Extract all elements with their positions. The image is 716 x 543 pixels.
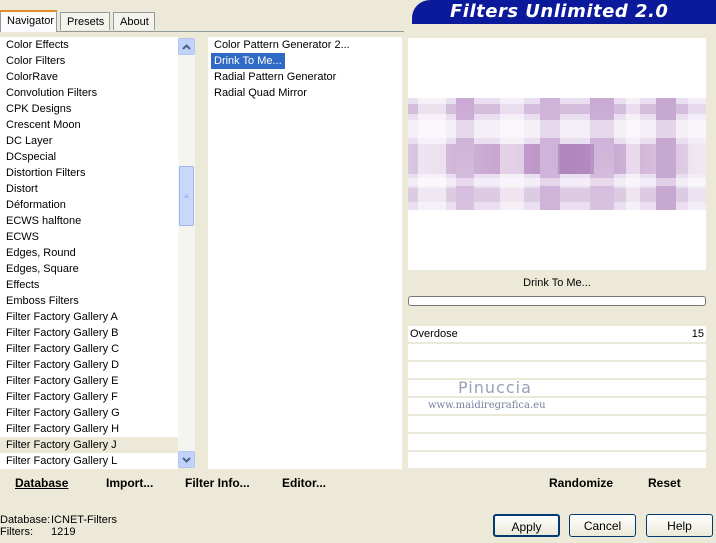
param-label: Overdose: [410, 328, 458, 340]
category-item[interactable]: DCspecial: [0, 149, 178, 165]
import-button[interactable]: Import...: [106, 476, 153, 490]
randomize-button[interactable]: Randomize: [549, 476, 613, 490]
category-item[interactable]: Convolution Filters: [0, 85, 178, 101]
category-item[interactable]: Distort: [0, 181, 178, 197]
preview-image: [408, 98, 706, 210]
category-item[interactable]: Emboss Filters: [0, 293, 178, 309]
editor-button[interactable]: Editor...: [282, 476, 326, 490]
param-value: 15: [691, 328, 704, 340]
category-item[interactable]: DC Layer: [0, 133, 178, 149]
category-list[interactable]: Color Effects Color Filters ColorRave Convo…: [0, 37, 178, 469]
category-item[interactable]: Filter Factory Gallery F: [0, 389, 178, 405]
app-title: Filters Unlimited 2.0: [450, 1, 669, 22]
category-item[interactable]: Effects: [0, 277, 178, 293]
empty-param-row: [408, 344, 706, 362]
filter-item[interactable]: Radial Quad Mirror: [208, 85, 402, 101]
empty-param-row: [408, 452, 706, 470]
tab-navigator[interactable]: Navigator: [0, 10, 57, 32]
category-item[interactable]: ECWS: [0, 229, 178, 245]
scroll-thumb[interactable]: ≡: [179, 166, 194, 226]
reset-button[interactable]: Reset: [648, 476, 681, 490]
watermark-name: Pinuccia: [458, 378, 532, 397]
filter-item[interactable]: Color Pattern Generator 2...: [208, 37, 402, 53]
category-item[interactable]: Edges, Square: [0, 261, 178, 277]
filter-item[interactable]: Drink To Me...: [208, 53, 402, 69]
category-item[interactable]: Filter Factory Gallery J: [0, 437, 178, 453]
category-item[interactable]: ECWS halftone: [0, 213, 178, 229]
tab-about[interactable]: About: [113, 12, 155, 30]
category-item[interactable]: Filter Factory Gallery G: [0, 405, 178, 421]
cancel-button[interactable]: Cancel: [569, 514, 636, 537]
filter-list[interactable]: Color Pattern Generator 2... Drink To Me.…: [208, 37, 402, 469]
category-item[interactable]: Filter Factory Gallery E: [0, 373, 178, 389]
category-item[interactable]: CPK Designs: [0, 101, 178, 117]
empty-param-row: [408, 362, 706, 380]
database-label: Database:: [0, 514, 51, 526]
category-item[interactable]: Color Filters: [0, 53, 178, 69]
filter-item[interactable]: Radial Pattern Generator: [208, 69, 402, 85]
filter-item-label: Color Pattern Generator 2...: [214, 39, 350, 51]
category-item[interactable]: Filter Factory Gallery C: [0, 341, 178, 357]
apply-button[interactable]: Apply: [493, 514, 560, 537]
param-row-overdose[interactable]: Overdose 15: [408, 326, 706, 344]
progress-bar: [408, 296, 706, 306]
tab-presets[interactable]: Presets: [60, 12, 110, 30]
parameter-panel: Overdose 15: [408, 326, 706, 470]
empty-param-row: [408, 434, 706, 452]
filter-info-button[interactable]: Filter Info...: [185, 476, 250, 490]
chevron-up-icon: [182, 43, 191, 50]
category-item[interactable]: Crescent Moon: [0, 117, 178, 133]
category-item[interactable]: ColorRave: [0, 69, 178, 85]
empty-param-row: [408, 380, 706, 398]
help-button[interactable]: Help: [646, 514, 713, 537]
filter-item-label: Radial Quad Mirror: [214, 87, 307, 99]
filter-item-label: Drink To Me...: [211, 53, 285, 69]
watermark-url: www.maidiregrafica.eu: [428, 400, 546, 411]
filter-name-display: Drink To Me...: [523, 277, 591, 289]
category-item[interactable]: Filter Factory Gallery H: [0, 421, 178, 437]
category-item[interactable]: Color Effects: [0, 37, 178, 53]
category-item[interactable]: Déformation: [0, 197, 178, 213]
category-item[interactable]: Filter Factory Gallery A: [0, 309, 178, 325]
category-scrollbar[interactable]: ≡: [178, 38, 195, 468]
category-item[interactable]: Distortion Filters: [0, 165, 178, 181]
empty-param-row: [408, 416, 706, 434]
scroll-down-button[interactable]: [178, 451, 195, 468]
tab-underline: [0, 31, 404, 32]
category-item[interactable]: Filter Factory Gallery B: [0, 325, 178, 341]
category-item[interactable]: Filter Factory Gallery D: [0, 357, 178, 373]
database-value: ICNET-Filters: [51, 514, 117, 526]
chevron-down-icon: [182, 456, 191, 463]
category-item[interactable]: Filter Factory Gallery L: [0, 453, 178, 469]
filter-item-label: Radial Pattern Generator: [214, 71, 337, 83]
filters-value: 1219: [51, 526, 76, 538]
preview-panel: [408, 38, 706, 270]
category-item[interactable]: Edges, Round: [0, 245, 178, 261]
filters-label: Filters:: [0, 526, 33, 538]
scroll-up-button[interactable]: [178, 38, 195, 55]
database-button[interactable]: Database: [15, 476, 68, 490]
